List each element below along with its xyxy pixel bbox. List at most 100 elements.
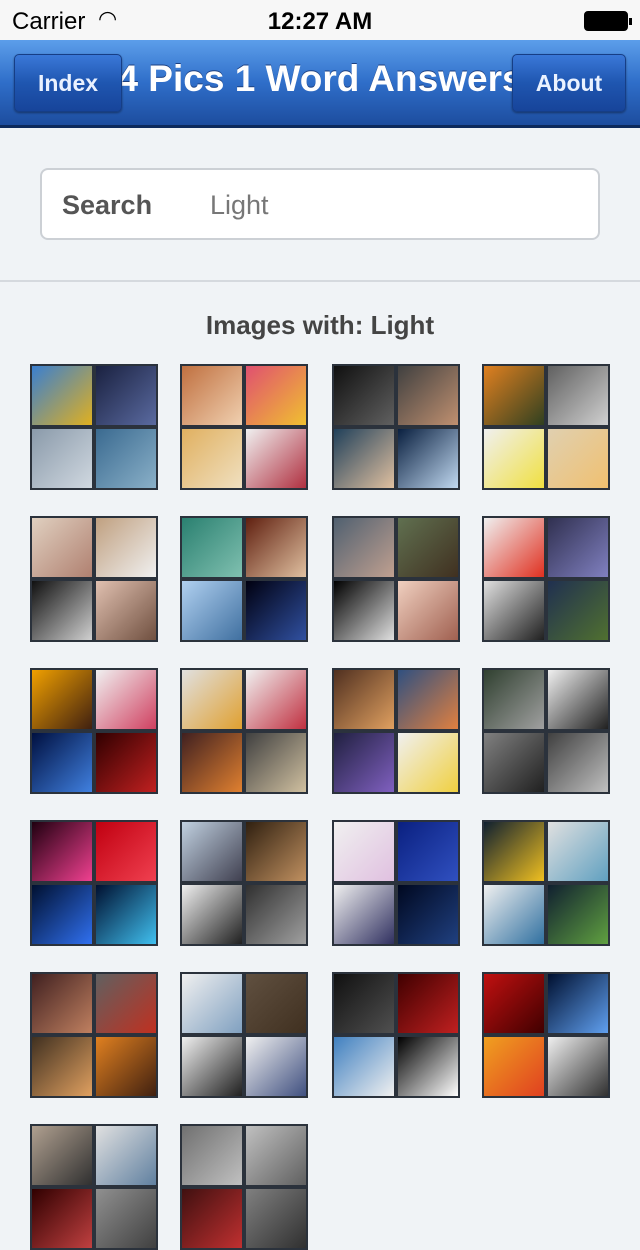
puzzle-image xyxy=(182,1126,242,1185)
puzzle-image xyxy=(32,429,92,488)
puzzle-image xyxy=(32,1126,92,1185)
puzzle-thumbnail[interactable] xyxy=(180,820,308,946)
puzzle-image xyxy=(334,366,394,425)
puzzle-image xyxy=(182,518,242,577)
puzzle-image xyxy=(398,518,458,577)
puzzle-image xyxy=(484,366,544,425)
puzzle-image xyxy=(182,581,242,640)
puzzle-thumbnail[interactable] xyxy=(30,972,158,1098)
puzzle-thumbnail[interactable] xyxy=(30,1124,158,1250)
puzzle-image xyxy=(484,429,544,488)
puzzle-image xyxy=(398,670,458,729)
puzzle-image xyxy=(246,822,306,881)
puzzle-image xyxy=(96,429,156,488)
puzzle-image xyxy=(96,885,156,944)
puzzle-image xyxy=(246,1037,306,1096)
puzzle-image xyxy=(32,1037,92,1096)
puzzle-thumbnail[interactable] xyxy=(180,516,308,642)
puzzle-image xyxy=(182,670,242,729)
puzzle-image xyxy=(96,1037,156,1096)
index-button[interactable]: Index xyxy=(14,54,122,112)
puzzle-thumbnail[interactable] xyxy=(30,364,158,490)
puzzle-thumbnail[interactable] xyxy=(180,668,308,794)
puzzle-image xyxy=(246,429,306,488)
puzzle-image xyxy=(548,1037,608,1096)
puzzle-image xyxy=(96,733,156,792)
puzzle-image xyxy=(334,733,394,792)
puzzle-image xyxy=(334,429,394,488)
puzzle-thumbnail[interactable] xyxy=(332,668,460,794)
puzzle-thumbnail[interactable] xyxy=(332,364,460,490)
puzzle-thumbnail[interactable] xyxy=(332,516,460,642)
puzzle-image xyxy=(96,366,156,425)
puzzle-image xyxy=(548,885,608,944)
puzzle-image xyxy=(334,670,394,729)
puzzle-image xyxy=(548,733,608,792)
search-input[interactable] xyxy=(210,186,580,224)
puzzle-image xyxy=(548,581,608,640)
puzzle-image xyxy=(32,670,92,729)
puzzle-image xyxy=(96,670,156,729)
puzzle-thumbnail[interactable] xyxy=(30,516,158,642)
puzzle-thumbnail[interactable] xyxy=(30,668,158,794)
puzzle-thumbnail[interactable] xyxy=(180,364,308,490)
puzzle-image xyxy=(484,822,544,881)
puzzle-image xyxy=(182,974,242,1033)
about-button[interactable]: About xyxy=(512,54,626,112)
puzzle-image xyxy=(548,429,608,488)
puzzle-image xyxy=(246,974,306,1033)
puzzle-image xyxy=(398,581,458,640)
puzzle-image xyxy=(182,1189,242,1248)
puzzle-image xyxy=(484,1037,544,1096)
puzzle-thumbnail[interactable] xyxy=(332,820,460,946)
puzzle-image xyxy=(32,518,92,577)
puzzle-image xyxy=(484,670,544,729)
puzzle-thumbnail[interactable] xyxy=(482,668,610,794)
puzzle-image xyxy=(96,822,156,881)
puzzle-thumbnail[interactable] xyxy=(482,364,610,490)
puzzle-thumbnail[interactable] xyxy=(482,516,610,642)
puzzle-image xyxy=(32,885,92,944)
puzzle-thumbnail[interactable] xyxy=(30,820,158,946)
puzzle-image xyxy=(334,518,394,577)
divider xyxy=(0,280,640,282)
puzzle-image xyxy=(246,733,306,792)
puzzle-image xyxy=(548,822,608,881)
puzzle-image xyxy=(246,518,306,577)
search-label: Search xyxy=(62,190,153,220)
puzzle-image xyxy=(246,581,306,640)
puzzle-thumbnail[interactable] xyxy=(482,972,610,1098)
search-box: Search xyxy=(40,168,600,240)
puzzle-image xyxy=(334,581,394,640)
puzzle-image xyxy=(484,974,544,1033)
puzzle-image xyxy=(548,518,608,577)
puzzle-image xyxy=(96,1189,156,1248)
puzzle-image xyxy=(548,366,608,425)
puzzle-image xyxy=(96,581,156,640)
puzzle-image xyxy=(398,974,458,1033)
puzzle-image xyxy=(484,518,544,577)
puzzle-image xyxy=(548,974,608,1033)
puzzle-thumbnail[interactable] xyxy=(482,820,610,946)
puzzle-thumbnail[interactable] xyxy=(332,972,460,1098)
puzzle-image xyxy=(32,366,92,425)
puzzle-image xyxy=(32,581,92,640)
puzzle-image xyxy=(246,1126,306,1185)
puzzle-image xyxy=(334,1037,394,1096)
puzzle-image xyxy=(484,581,544,640)
puzzle-image xyxy=(32,733,92,792)
puzzle-image xyxy=(32,1189,92,1248)
puzzle-image xyxy=(484,733,544,792)
status-bar: Carrier ◠ 12:27 AM xyxy=(0,0,640,40)
puzzle-image xyxy=(246,366,306,425)
puzzle-thumbnail[interactable] xyxy=(180,972,308,1098)
navigation-bar: 4 Pics 1 Word Answers Index About xyxy=(0,40,640,128)
puzzle-image xyxy=(246,670,306,729)
puzzle-image xyxy=(398,1037,458,1096)
puzzle-image xyxy=(398,429,458,488)
puzzle-image xyxy=(96,518,156,577)
puzzle-image xyxy=(334,974,394,1033)
results-heading: Images with: Light xyxy=(205,310,435,340)
puzzle-thumbnail[interactable] xyxy=(180,1124,308,1250)
puzzle-image xyxy=(398,366,458,425)
